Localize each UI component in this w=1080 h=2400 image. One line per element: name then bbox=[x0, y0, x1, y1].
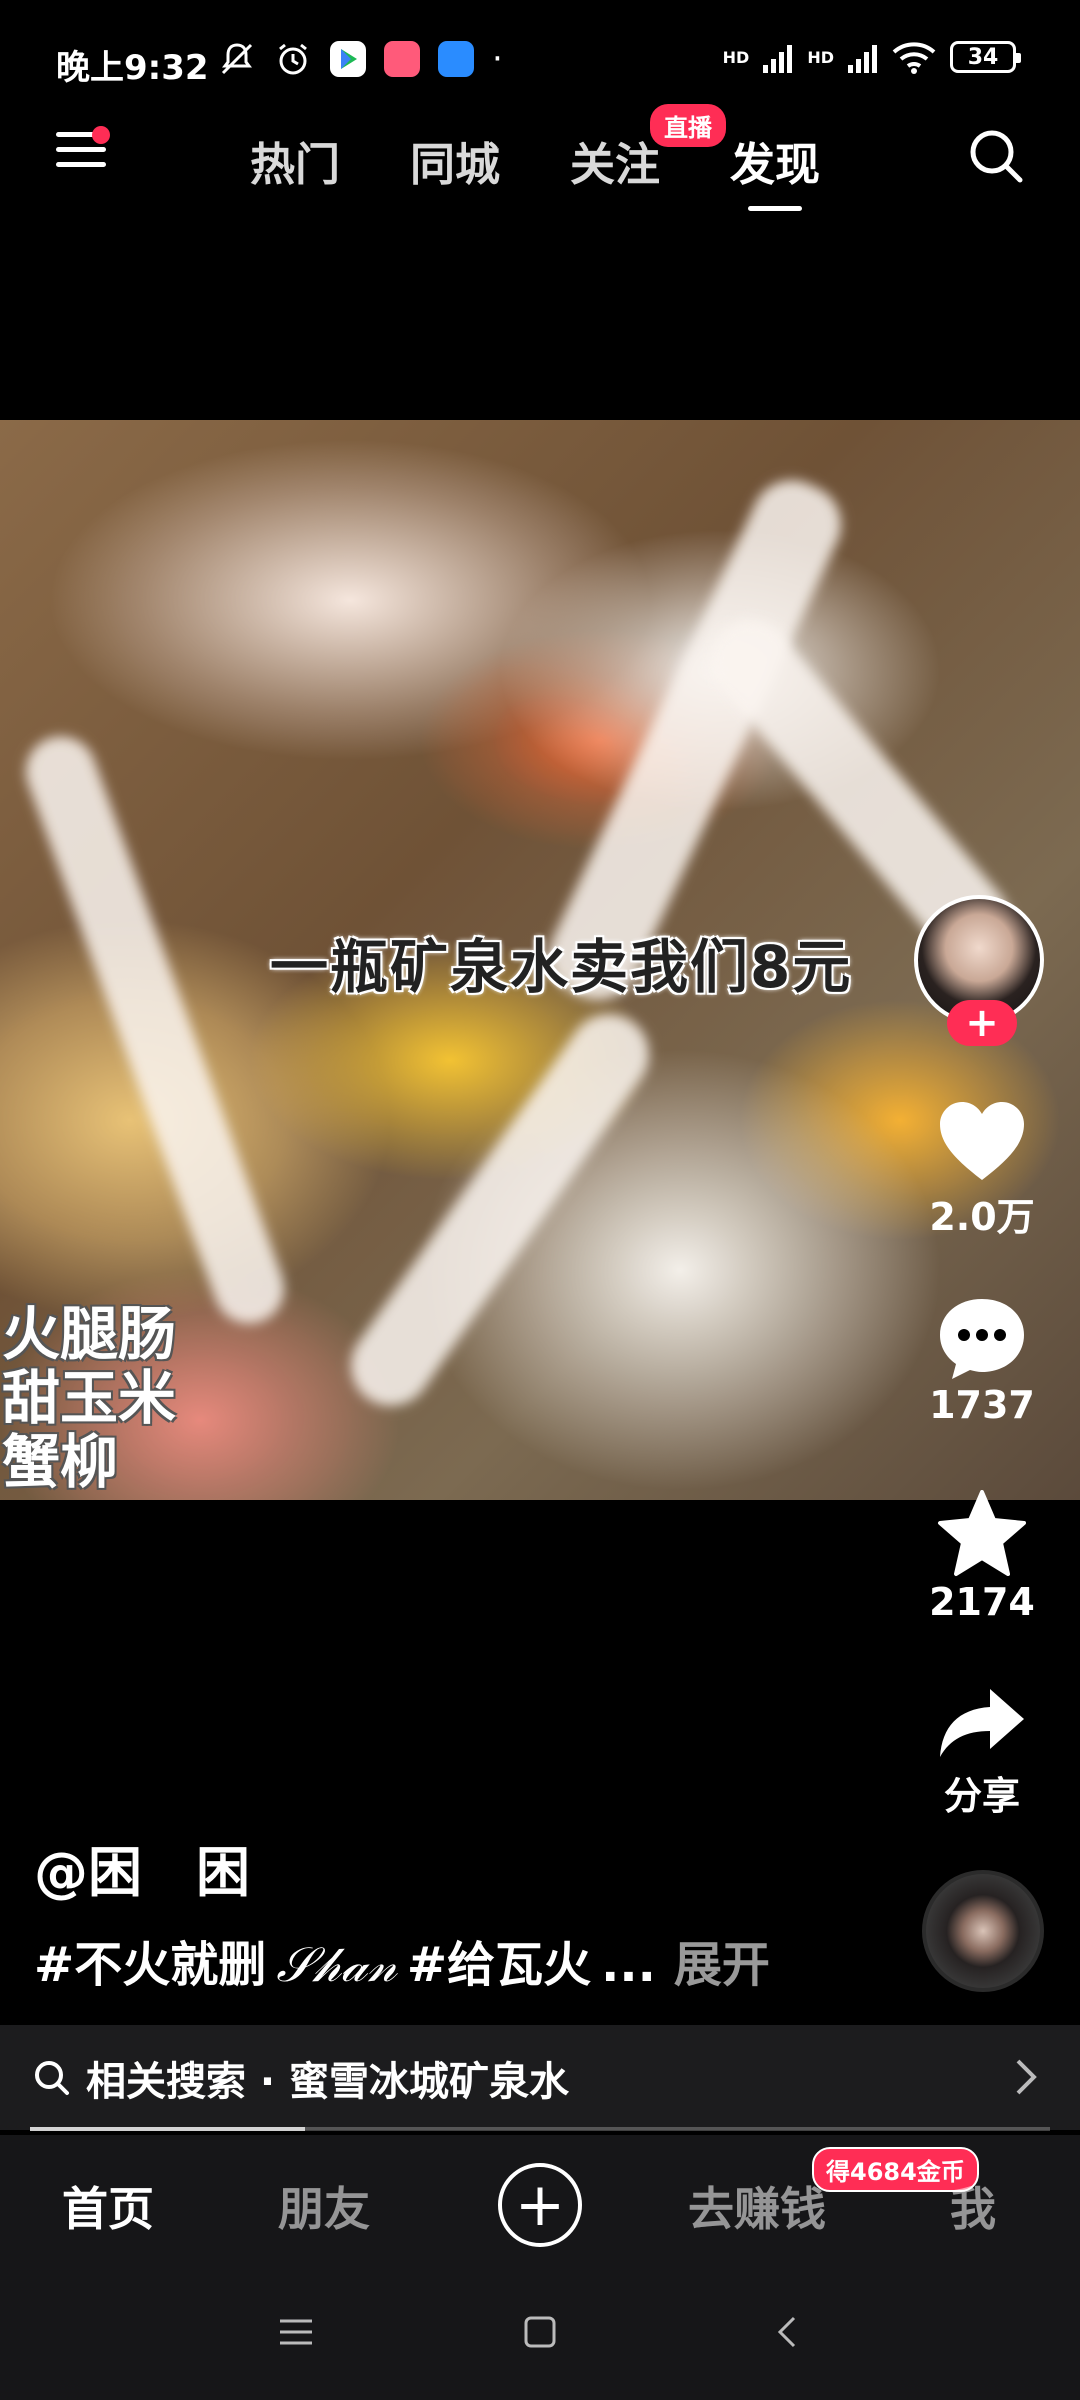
video-caption: 一瓶矿泉水卖我们8元 bbox=[270, 933, 853, 1001]
battery-level: 34 bbox=[967, 44, 999, 70]
chevron-right-icon bbox=[1016, 2059, 1037, 2095]
search-button[interactable] bbox=[966, 126, 1026, 186]
follow-button[interactable]: + bbox=[947, 1000, 1017, 1046]
wifi-icon bbox=[892, 42, 936, 74]
hashtag-link[interactable]: #给瓦火 bbox=[407, 1925, 591, 1995]
share-arrow-icon bbox=[940, 1689, 1024, 1757]
nav-me[interactable]: 我 bbox=[950, 2173, 996, 2239]
music-disc[interactable] bbox=[922, 1870, 1044, 1992]
favorite-button[interactable]: 2174 bbox=[902, 1490, 1062, 1624]
ingredient-label: 甜玉米 bbox=[2, 1364, 177, 1432]
home-square-icon[interactable] bbox=[522, 2314, 558, 2350]
feed-tabs: 热门 同城 关注 发现 bbox=[250, 128, 821, 211]
top-nav: 热门 同城 关注 发现 直播 bbox=[0, 104, 1080, 220]
search-icon bbox=[35, 2060, 69, 2095]
tab-following[interactable]: 关注 bbox=[570, 128, 660, 193]
comment-button[interactable]: 1737 bbox=[902, 1295, 1062, 1427]
nav-home[interactable]: 首页 bbox=[62, 2173, 154, 2239]
recents-menu-icon[interactable] bbox=[278, 2314, 314, 2350]
tab-hot[interactable]: 热门 bbox=[250, 128, 340, 193]
menu-notification-dot bbox=[92, 126, 110, 144]
app-icon-blue bbox=[438, 41, 474, 77]
favorite-count: 2174 bbox=[929, 1580, 1035, 1624]
signal-hd-label-2: HD bbox=[807, 47, 834, 67]
video-food-strip bbox=[335, 998, 665, 1422]
status-right-icons: HD HD 34 bbox=[722, 40, 1021, 74]
like-count: 2.0万 bbox=[929, 1195, 1035, 1239]
hashtag-script-text: 𝒮𝒽𝒶𝓃 bbox=[276, 1937, 397, 1993]
system-navigation-bar bbox=[0, 2270, 1080, 2400]
play-store-icon bbox=[330, 41, 366, 77]
share-label: 分享 bbox=[943, 1774, 1020, 1818]
nav-earn[interactable]: 去赚钱 bbox=[688, 2173, 826, 2239]
status-time: 晚上9:32 bbox=[56, 48, 209, 88]
related-search-text: 相关搜索 · 蜜雪冰城矿泉水 bbox=[86, 2058, 570, 2105]
star-icon bbox=[938, 1490, 1026, 1576]
battery-indicator: 34 bbox=[950, 41, 1021, 73]
expand-link[interactable]: 展开 bbox=[674, 1925, 770, 1995]
mute-bell-icon bbox=[221, 43, 253, 75]
alarm-icon bbox=[279, 43, 307, 75]
author-name[interactable]: @困 困 bbox=[34, 1828, 250, 1907]
hashtag-link[interactable]: #不火就删 bbox=[34, 1925, 266, 1995]
status-notification-icons: · bbox=[218, 40, 503, 78]
signal-icon-2 bbox=[848, 45, 877, 73]
nav-friends[interactable]: 朋友 bbox=[278, 2173, 370, 2239]
create-button[interactable]: + bbox=[498, 2163, 582, 2247]
comment-count: 1737 bbox=[929, 1383, 1035, 1427]
menu-line bbox=[56, 147, 106, 152]
share-button[interactable]: 分享 bbox=[902, 1685, 1062, 1820]
post-description: #不火就删 𝒮𝒽𝒶𝓃 #给瓦火 ... 展开 bbox=[34, 1925, 770, 1995]
video-progress-bar[interactable] bbox=[30, 2127, 1050, 2131]
live-badge[interactable]: 直播 bbox=[650, 104, 726, 147]
back-chevron-icon[interactable] bbox=[770, 2314, 806, 2350]
video-food-strip bbox=[16, 726, 294, 1334]
signal-hd-label-1: HD bbox=[722, 47, 750, 67]
tab-discover-label: 发现 bbox=[730, 138, 821, 191]
comment-icon bbox=[940, 1299, 1024, 1379]
signal-icon bbox=[763, 45, 793, 73]
like-button[interactable]: 2.0万 bbox=[902, 1100, 1062, 1241]
bottom-nav: 首页 朋友 + 去赚钱 得4684金币 我 bbox=[0, 2135, 1080, 2270]
tab-nearby[interactable]: 同城 bbox=[410, 128, 500, 193]
status-more-dot: · bbox=[492, 39, 503, 79]
ingredient-labels: 火腿肠 甜玉米 蟹柳 bbox=[2, 1302, 176, 1494]
status-bar: 晚上9:32 · HD HD 34 bbox=[0, 0, 1080, 124]
active-tab-underline bbox=[748, 206, 803, 211]
description-ellipsis: ... bbox=[601, 1937, 656, 1993]
app-icon-pink bbox=[384, 41, 420, 77]
related-search-bar[interactable]: 相关搜索 · 蜜雪冰城矿泉水 bbox=[0, 2025, 1080, 2130]
ingredient-label: 蟹柳 bbox=[2, 1428, 119, 1496]
search-icon bbox=[970, 130, 1023, 183]
heart-icon bbox=[940, 1102, 1024, 1180]
video-progress-fill bbox=[30, 2127, 306, 2131]
tab-discover[interactable]: 发现 bbox=[730, 128, 821, 211]
ingredient-label: 火腿肠 bbox=[2, 1300, 177, 1368]
menu-line bbox=[56, 162, 106, 167]
